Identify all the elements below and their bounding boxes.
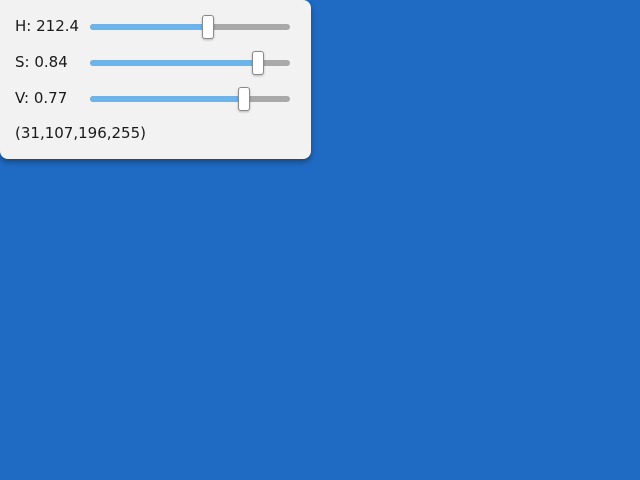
hsv-panel: H: 212.4 S: 0.84 V: 0.77 (31,107,196,255… <box>0 0 311 159</box>
saturation-label: S: 0.84 <box>15 53 68 71</box>
hue-slider-thumb[interactable] <box>202 15 214 39</box>
value-slider-fill <box>90 96 244 102</box>
hue-row: H: 212.4 <box>0 15 311 39</box>
saturation-slider-thumb[interactable] <box>252 51 264 75</box>
saturation-slider-fill <box>90 60 258 66</box>
value-label: V: 0.77 <box>15 89 68 107</box>
saturation-row: S: 0.84 <box>0 51 311 75</box>
rgba-readout: (31,107,196,255) <box>15 124 146 142</box>
value-slider[interactable] <box>90 87 290 111</box>
hue-slider[interactable] <box>90 15 290 39</box>
hue-label: H: 212.4 <box>15 17 80 35</box>
value-row: V: 0.77 <box>0 87 311 111</box>
value-slider-thumb[interactable] <box>238 87 250 111</box>
hue-slider-fill <box>90 24 208 30</box>
saturation-slider[interactable] <box>90 51 290 75</box>
